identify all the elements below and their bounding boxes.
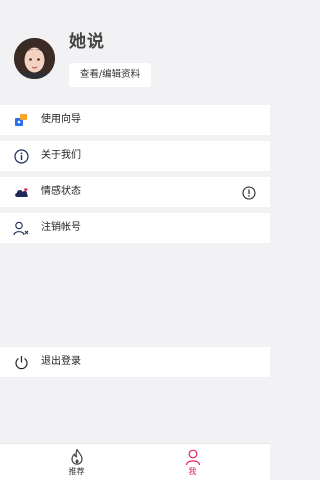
flame-icon <box>70 448 83 465</box>
guide-icon <box>13 112 29 128</box>
tab-me[interactable]: 我 <box>125 444 260 480</box>
menu-item-emotion-status[interactable]: 情感状态 <box>0 177 270 207</box>
heart-cloud-icon <box>13 184 29 200</box>
avatar-image <box>14 38 55 79</box>
menu-label-emotion-status: 情感状态 <box>41 186 81 197</box>
menu-label-cancel-account: 注销帐号 <box>41 222 81 233</box>
info-icon <box>13 148 29 164</box>
menu-item-about[interactable]: 关于我们 <box>0 141 270 171</box>
username: 她说 <box>69 32 105 52</box>
menu-label-about: 关于我们 <box>41 150 81 161</box>
bottom-tab-bar: 推荐 我 <box>0 443 270 480</box>
menu-item-logout[interactable]: 退出登录 <box>0 347 270 377</box>
menu-item-cancel-account[interactable]: 注销帐号 <box>0 213 270 243</box>
edit-profile-button[interactable]: 查看/编辑资料 <box>69 63 151 87</box>
avatar[interactable] <box>14 38 55 79</box>
profile-header: 她说 查看/编辑资料 <box>0 0 270 100</box>
menu-label-logout: 退出登录 <box>41 356 81 367</box>
menu-label-guide: 使用向导 <box>41 114 81 125</box>
power-icon <box>13 354 29 370</box>
tab-me-label: 我 <box>188 467 197 476</box>
tab-recommend-label: 推荐 <box>68 467 85 476</box>
tab-recommend[interactable]: 推荐 <box>9 444 144 480</box>
menu-item-guide[interactable]: 使用向导 <box>0 105 270 135</box>
user-remove-icon <box>13 220 29 236</box>
alert-info-icon[interactable] <box>242 185 256 200</box>
profile-screen: 她说 查看/编辑资料 使用向导 关于我们 情感状态 注销帐号 退出登录 推荐 我 <box>0 0 270 480</box>
user-icon <box>185 449 200 466</box>
